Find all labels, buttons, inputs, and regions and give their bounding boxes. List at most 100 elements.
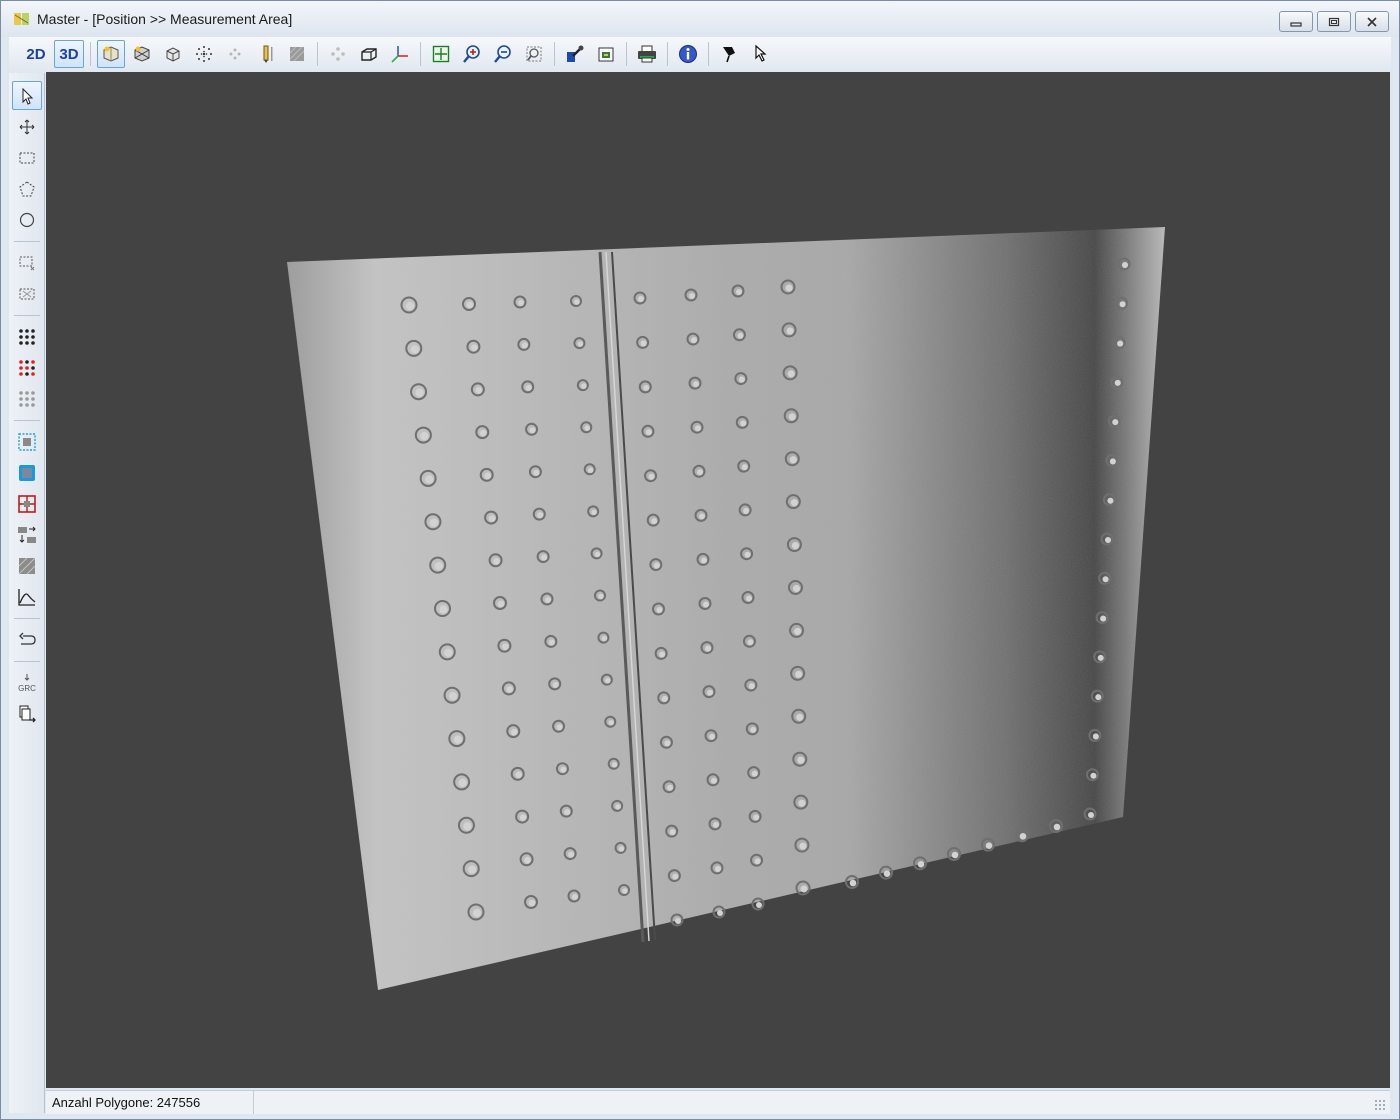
texture-grey-button[interactable] bbox=[283, 40, 311, 68]
restore-icon bbox=[1328, 17, 1340, 26]
rivet-highlight bbox=[696, 469, 704, 476]
zoom-in-button[interactable] bbox=[458, 40, 486, 68]
rivet-highlight bbox=[541, 554, 548, 561]
rivet-highlight bbox=[653, 562, 660, 569]
move-faded-button[interactable] bbox=[324, 40, 352, 68]
circle-select-button[interactable] bbox=[12, 205, 42, 234]
marker-icon bbox=[723, 47, 735, 63]
dots-red-button[interactable] bbox=[12, 353, 42, 382]
textured-view-button[interactable] bbox=[128, 40, 156, 68]
zoom-region-icon bbox=[526, 46, 542, 62]
rivet-highlight bbox=[468, 865, 477, 874]
polygon-select-button[interactable] bbox=[12, 174, 42, 203]
print-button[interactable] bbox=[633, 40, 661, 68]
restore-button[interactable] bbox=[1317, 11, 1351, 32]
rivet-highlight bbox=[789, 456, 797, 464]
points-faded-button[interactable] bbox=[221, 40, 249, 68]
rivet-highlight bbox=[700, 557, 708, 564]
rivet-highlight bbox=[574, 299, 580, 305]
rivet-highlight bbox=[525, 384, 532, 391]
perspective-button[interactable] bbox=[355, 40, 383, 68]
rivet-highlight bbox=[640, 340, 647, 347]
rivet-highlight bbox=[564, 809, 571, 816]
perspective-icon bbox=[361, 48, 377, 61]
probe-icon bbox=[263, 45, 273, 63]
zoom-out-button[interactable] bbox=[489, 40, 517, 68]
rect-deselect-button[interactable] bbox=[12, 248, 42, 277]
transfer-icon bbox=[17, 526, 36, 543]
toolbar-separator bbox=[626, 42, 627, 66]
region-fill-button[interactable] bbox=[12, 458, 42, 487]
sidebar-separator bbox=[13, 241, 40, 242]
rivet-highlight bbox=[692, 381, 700, 388]
rivet-highlight bbox=[434, 562, 443, 571]
rivet-highlight bbox=[488, 515, 496, 522]
print-icon bbox=[638, 45, 656, 63]
texture-hatch-button[interactable] bbox=[12, 551, 42, 580]
export-button[interactable] bbox=[12, 699, 42, 728]
rivet-highlight bbox=[618, 846, 625, 852]
dots-black-button[interactable] bbox=[12, 322, 42, 351]
mode-2d-button[interactable]: 2D bbox=[21, 40, 51, 68]
rivet-highlight bbox=[524, 856, 531, 864]
marker-button[interactable] bbox=[715, 40, 743, 68]
settings-button[interactable] bbox=[561, 40, 589, 68]
undo-icon bbox=[18, 632, 36, 645]
crosshair-button[interactable] bbox=[12, 489, 42, 518]
rivet-highlight bbox=[664, 740, 671, 747]
undo-button[interactable] bbox=[12, 625, 42, 654]
status-bar: Anzahl Polygone: 247556 bbox=[46, 1090, 1390, 1114]
rivet-highlight bbox=[716, 909, 724, 917]
profile-curve-button[interactable] bbox=[12, 582, 42, 611]
pick-button[interactable] bbox=[746, 40, 774, 68]
axes-button[interactable] bbox=[386, 40, 414, 68]
scan-surface-view[interactable] bbox=[46, 72, 1390, 1088]
rivet-highlight bbox=[748, 683, 755, 690]
rivet-highlight bbox=[791, 541, 800, 550]
toolbar-separator bbox=[667, 42, 668, 66]
rivet-highlight bbox=[659, 651, 666, 658]
resize-grip[interactable] bbox=[1374, 1099, 1386, 1111]
rivet-highlight bbox=[466, 301, 474, 309]
toolbar-separator bbox=[90, 42, 91, 66]
rivet-highlight bbox=[548, 639, 555, 646]
minimize-button[interactable] bbox=[1279, 11, 1313, 32]
rect-select-button[interactable] bbox=[12, 143, 42, 172]
3d-viewport[interactable] bbox=[46, 72, 1390, 1088]
rivet-highlight bbox=[796, 713, 804, 721]
rivet-highlight bbox=[740, 420, 747, 427]
select-tool-button[interactable] bbox=[11, 81, 42, 110]
transfer-button[interactable] bbox=[12, 520, 42, 549]
rivet-highlight bbox=[737, 332, 744, 339]
grc-button[interactable]: GRC bbox=[12, 668, 42, 697]
rivet-highlight bbox=[444, 648, 453, 657]
probe-button[interactable] bbox=[252, 40, 280, 68]
point-cloud-button[interactable] bbox=[190, 40, 218, 68]
select-arrow-icon bbox=[22, 87, 33, 105]
rivet-highlight bbox=[656, 606, 663, 614]
title-bar[interactable]: Master - [Position >> Measurement Area] bbox=[1, 1, 1399, 37]
info-button[interactable] bbox=[674, 40, 702, 68]
rect-clear-button[interactable] bbox=[12, 279, 42, 308]
rivet-highlight bbox=[622, 888, 628, 894]
box-view-button[interactable] bbox=[159, 40, 187, 68]
rivet-highlight bbox=[741, 464, 748, 471]
snapshot-button[interactable] bbox=[592, 40, 620, 68]
rivet-highlight bbox=[849, 879, 857, 887]
zoom-region-button[interactable] bbox=[520, 40, 548, 68]
rivet-highlight bbox=[608, 719, 615, 726]
dots-red-icon bbox=[18, 359, 35, 376]
close-button[interactable] bbox=[1355, 11, 1389, 32]
dots-grey-button[interactable] bbox=[12, 384, 42, 413]
mode-3d-button[interactable]: 3D bbox=[54, 40, 84, 68]
rivet-highlight bbox=[484, 472, 492, 480]
shaded-view-button[interactable] bbox=[97, 40, 125, 68]
dots-black-icon bbox=[18, 328, 35, 345]
rivet-highlight bbox=[458, 778, 467, 788]
rivet-highlight bbox=[795, 670, 803, 678]
export-icon bbox=[19, 705, 36, 722]
rivet-highlight bbox=[471, 344, 478, 352]
region-outline-button[interactable] bbox=[12, 427, 42, 456]
zoom-fit-button[interactable] bbox=[427, 40, 455, 68]
pan-tool-button[interactable] bbox=[12, 112, 42, 141]
